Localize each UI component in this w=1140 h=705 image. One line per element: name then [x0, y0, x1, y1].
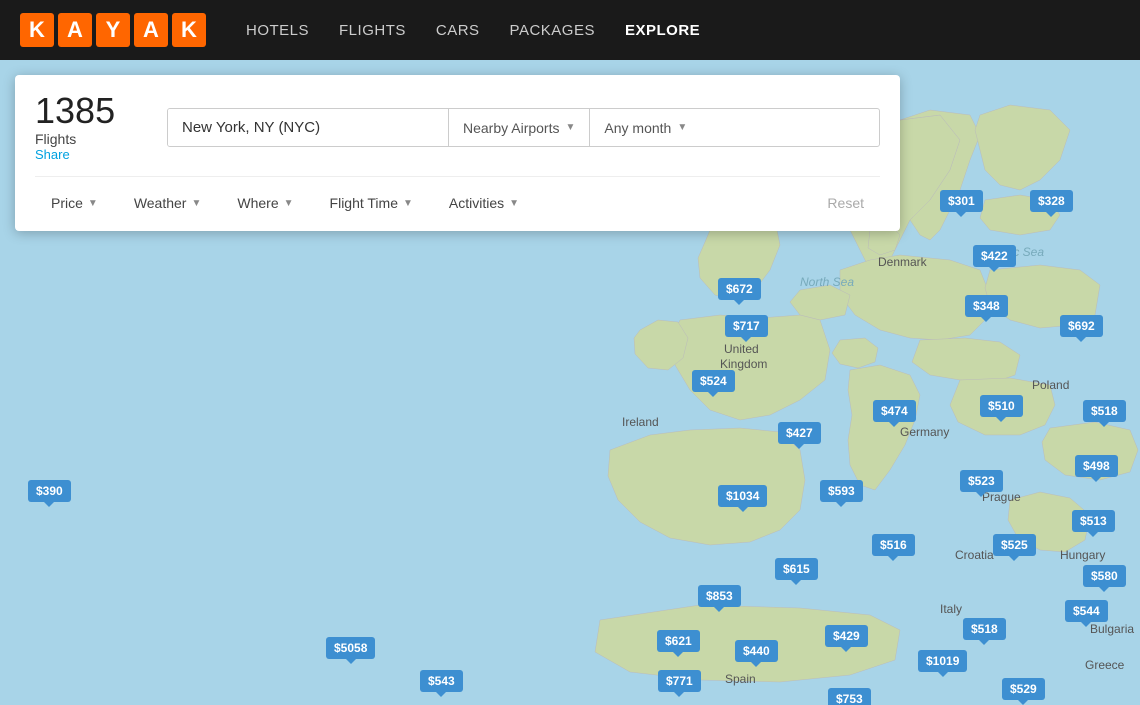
price-marker[interactable]: $621 [657, 630, 700, 652]
price-marker[interactable]: $440 [735, 640, 778, 662]
price-marker[interactable]: $672 [718, 278, 761, 300]
price-marker[interactable]: $429 [825, 625, 868, 647]
price-marker[interactable]: $524 [692, 370, 735, 392]
kayak-logo[interactable]: K A Y A K [20, 13, 206, 47]
price-marker[interactable]: $544 [1065, 600, 1108, 622]
price-marker[interactable]: $853 [698, 585, 741, 607]
month-label: Any month [604, 120, 671, 136]
month-dropdown-arrow: ▼ [677, 122, 687, 133]
flight-count: 1385 Flights Share [35, 93, 155, 162]
logo-y: Y [96, 13, 130, 47]
origin-input[interactable] [168, 109, 448, 146]
nav-packages[interactable]: PACKAGES [510, 22, 595, 39]
flight-time-filter[interactable]: Flight Time ▼ [314, 189, 429, 217]
price-marker[interactable]: $529 [1002, 678, 1045, 700]
nav-explore[interactable]: EXPLORE [625, 22, 700, 39]
price-marker[interactable]: $525 [993, 534, 1036, 556]
logo-k2: K [172, 13, 206, 47]
nav-links: HOTELS FLIGHTS CARS PACKAGES EXPLORE [246, 22, 700, 39]
flight-time-filter-label: Flight Time [330, 195, 398, 211]
price-marker[interactable]: $692 [1060, 315, 1103, 337]
search-inputs: Nearby Airports ▼ Any month ▼ [167, 108, 880, 147]
price-marker[interactable]: $1019 [918, 650, 967, 672]
navbar: K A Y A K HOTELS FLIGHTS CARS PACKAGES E… [0, 0, 1140, 60]
price-marker[interactable]: $390 [28, 480, 71, 502]
where-filter[interactable]: Where ▼ [221, 189, 309, 217]
price-marker[interactable]: $301 [940, 190, 983, 212]
price-marker[interactable]: $518 [963, 618, 1006, 640]
nav-cars[interactable]: CARS [436, 22, 480, 39]
nav-flights[interactable]: FLIGHTS [339, 22, 406, 39]
price-marker[interactable]: $474 [873, 400, 916, 422]
weather-filter-label: Weather [134, 195, 187, 211]
activities-filter-label: Activities [449, 195, 504, 211]
month-dropdown[interactable]: Any month ▼ [590, 109, 701, 146]
reset-button[interactable]: Reset [811, 189, 880, 217]
price-marker[interactable]: $5058 [326, 637, 375, 659]
price-marker[interactable]: $513 [1072, 510, 1115, 532]
price-marker[interactable]: $328 [1030, 190, 1073, 212]
share-link[interactable]: Share [35, 147, 155, 162]
logo-k: K [20, 13, 54, 47]
price-marker[interactable]: $593 [820, 480, 863, 502]
weather-filter[interactable]: Weather ▼ [118, 189, 218, 217]
price-marker[interactable]: $543 [420, 670, 463, 692]
logo-a1: A [58, 13, 92, 47]
price-filter-label: Price [51, 195, 83, 211]
flight-count-number: 1385 [35, 93, 155, 129]
price-filter-arrow: ▼ [88, 198, 98, 209]
activities-filter[interactable]: Activities ▼ [433, 189, 535, 217]
price-marker[interactable]: $348 [965, 295, 1008, 317]
where-filter-label: Where [237, 195, 278, 211]
nearby-airports-label: Nearby Airports [463, 120, 559, 136]
price-marker[interactable]: $717 [725, 315, 768, 337]
search-panel: 1385 Flights Share Nearby Airports ▼ Any… [15, 75, 900, 231]
price-marker[interactable]: $1034 [718, 485, 767, 507]
nav-hotels[interactable]: HOTELS [246, 22, 309, 39]
price-marker[interactable]: $523 [960, 470, 1003, 492]
flight-count-label: Flights [35, 131, 155, 147]
price-marker[interactable]: $771 [658, 670, 701, 692]
price-marker[interactable]: $427 [778, 422, 821, 444]
price-marker[interactable]: $516 [872, 534, 915, 556]
filter-bar: Price ▼ Weather ▼ Where ▼ Flight Time ▼ … [35, 176, 880, 217]
flight-time-filter-arrow: ▼ [403, 198, 413, 209]
activities-filter-arrow: ▼ [509, 198, 519, 209]
price-marker[interactable]: $753 [828, 688, 871, 705]
price-marker[interactable]: $422 [973, 245, 1016, 267]
where-filter-arrow: ▼ [284, 198, 294, 209]
price-marker[interactable]: $615 [775, 558, 818, 580]
price-marker[interactable]: $510 [980, 395, 1023, 417]
logo-a2: A [134, 13, 168, 47]
nearby-airports-dropdown[interactable]: Nearby Airports ▼ [449, 109, 589, 146]
price-marker[interactable]: $518 [1083, 400, 1126, 422]
price-filter[interactable]: Price ▼ [35, 189, 114, 217]
map-container[interactable]: North Sea Baltic Sea Ireland United King… [0, 60, 1140, 705]
price-marker[interactable]: $498 [1075, 455, 1118, 477]
nearby-dropdown-arrow: ▼ [565, 122, 575, 133]
price-marker[interactable]: $580 [1083, 565, 1126, 587]
weather-filter-arrow: ▼ [191, 198, 201, 209]
